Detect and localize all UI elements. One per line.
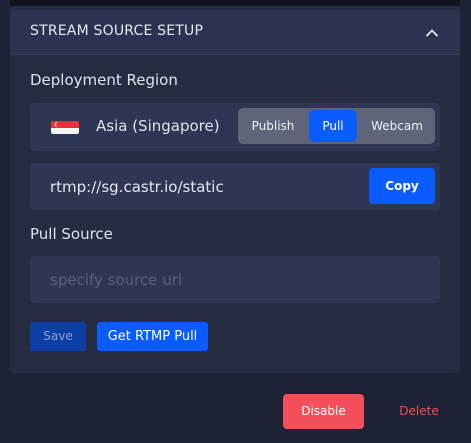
- stream-source-panel: STREAM SOURCE SETUP Deployment Region As…: [10, 6, 460, 373]
- stream-url-text[interactable]: rtmp://sg.castr.io/static: [50, 178, 224, 196]
- chevron-up-icon[interactable]: [424, 25, 440, 41]
- get-rtmp-pull-button[interactable]: Get RTMP Pull: [97, 322, 208, 351]
- panel-title: STREAM SOURCE SETUP: [30, 23, 204, 39]
- singapore-flag-icon: [51, 120, 79, 134]
- deployment-region-label: Deployment Region: [30, 71, 178, 89]
- region-name: Asia (Singapore): [96, 117, 220, 135]
- save-button[interactable]: Save: [30, 322, 86, 351]
- stream-url-field: rtmp://sg.castr.io/static Copy: [30, 163, 440, 210]
- disable-button[interactable]: Disable: [283, 394, 364, 429]
- pull-source-label: Pull Source: [30, 225, 113, 243]
- pull-source-input[interactable]: [30, 256, 440, 303]
- copy-button[interactable]: Copy: [369, 168, 435, 204]
- mode-pull-button[interactable]: Pull: [309, 110, 357, 142]
- mode-webcam-button[interactable]: Webcam: [361, 110, 433, 142]
- mode-publish-button[interactable]: Publish: [241, 110, 305, 142]
- source-mode-toggle: Publish Pull Webcam: [238, 108, 435, 144]
- delete-button[interactable]: Delete: [392, 394, 446, 429]
- region-selector[interactable]: Asia (Singapore) Publish Pull Webcam: [30, 103, 440, 151]
- panel-header[interactable]: STREAM SOURCE SETUP: [10, 10, 460, 55]
